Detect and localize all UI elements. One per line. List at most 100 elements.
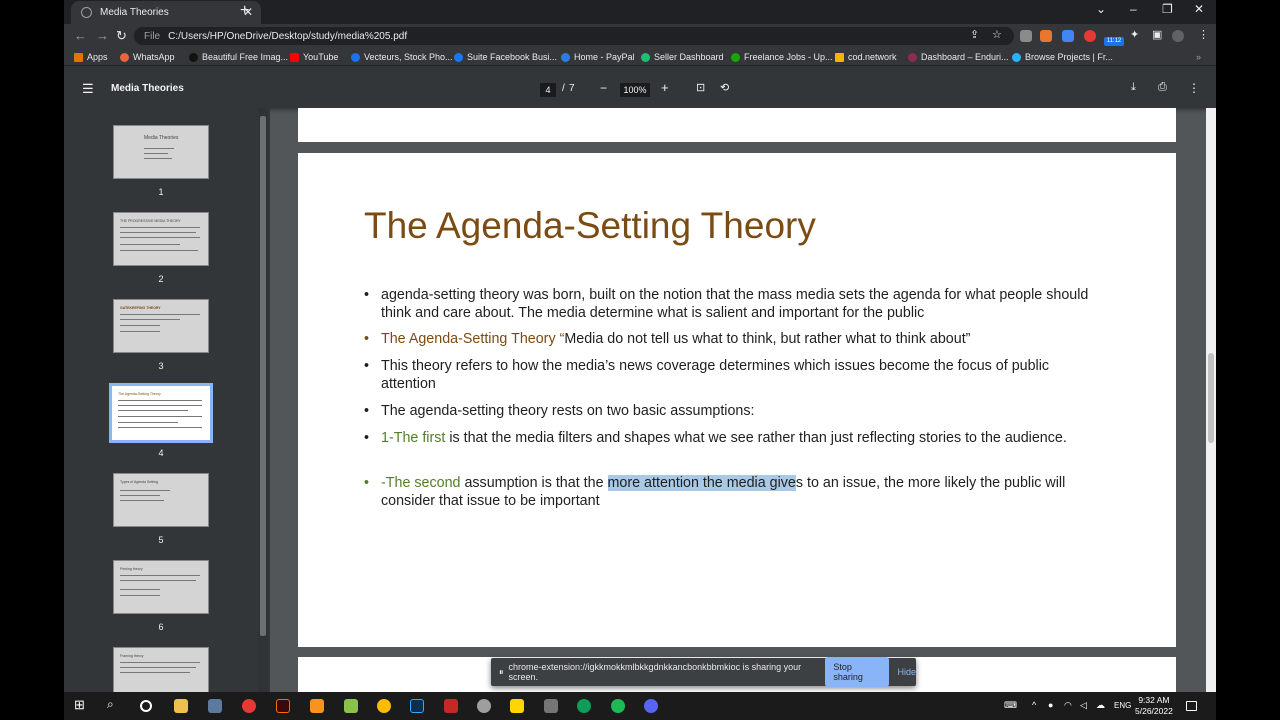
metamask-icon[interactable]	[1040, 30, 1052, 42]
bullet-text: Media do not tell us what to think, but …	[564, 331, 971, 347]
clock[interactable]: 9:32 AM 5/26/2022	[1135, 695, 1173, 717]
stock-icon	[351, 52, 360, 62]
pdf-toolbar: ☰ Media Theories 4 / 7 − 100% + ⊡ ⟲ ⤓ ⎙ …	[64, 72, 1216, 108]
hide-button[interactable]: Hide	[897, 667, 916, 677]
thumbnail-page-6[interactable]: Priming theory	[113, 560, 209, 614]
back-icon[interactable]: ←	[74, 28, 87, 43]
rotate-icon[interactable]: ⟲	[720, 81, 729, 94]
puzzle-icon[interactable]: ✦	[1130, 28, 1139, 41]
chevron-up-icon[interactable]: ^	[1032, 700, 1046, 714]
bookmark-free-images[interactable]: Beautiful Free Imag...	[189, 52, 288, 62]
language-indicator[interactable]: ENG	[1114, 701, 1131, 710]
fiverr-icon	[641, 52, 650, 62]
notification-icon[interactable]	[1186, 701, 1197, 711]
spotify-icon[interactable]	[611, 699, 625, 713]
previous-page	[298, 108, 1176, 142]
file-explorer-icon[interactable]	[174, 699, 188, 713]
time: 9:32 AM	[1138, 695, 1170, 705]
windows-start-icon[interactable]: ⊞	[74, 697, 88, 712]
extension-icon[interactable]	[1020, 30, 1032, 42]
date: 5/26/2022	[1135, 706, 1173, 716]
notepad-icon[interactable]	[208, 699, 222, 713]
extension-red-icon[interactable]	[1084, 30, 1096, 42]
tab-media-theories[interactable]: Media Theories ✕	[71, 1, 261, 24]
cloud-icon[interactable]: ☁	[1096, 700, 1110, 714]
bookmark-vecteurs[interactable]: Vecteurs, Stock Pho...	[351, 52, 453, 62]
illustrator-icon[interactable]	[276, 699, 290, 713]
paypal-icon	[561, 52, 570, 62]
thumbnail-scrollbar[interactable]	[258, 108, 268, 692]
sidebar-menu-icon[interactable]: ☰	[82, 81, 94, 97]
thumbnail-number: 6	[158, 622, 164, 632]
taskbar: ⊞ ⌕ ⌨ ^ ● ◠ ◁ ☁ ENG 9:32 AM 5/26/2022	[64, 692, 1216, 720]
bookmark-facebook[interactable]: Suite Facebook Busi...	[454, 52, 557, 62]
thumbnail-page-3[interactable]: GATEKEEPING THEORY	[113, 299, 209, 353]
scrollbar-thumb[interactable]	[260, 116, 266, 636]
volume-icon[interactable]: ◁	[1080, 700, 1094, 714]
close-window-button[interactable]: ✕	[1194, 2, 1204, 16]
edge-icon[interactable]	[577, 699, 591, 713]
page-number-input[interactable]: 4	[540, 83, 556, 97]
tab-search-icon[interactable]: ⌄	[1096, 2, 1106, 16]
reload-icon[interactable]: ↻	[116, 28, 127, 44]
bookmark-cod-network[interactable]: cod.network	[835, 52, 897, 62]
more-actions-icon[interactable]: ⋮	[1188, 81, 1200, 95]
whatsapp-icon	[120, 52, 129, 62]
chrome-icon[interactable]	[242, 699, 256, 713]
forward-icon[interactable]: →	[96, 28, 109, 43]
bookmark-freelancer[interactable]: Browse Projects | Fr...	[1012, 52, 1113, 62]
thumbnail-page-5[interactable]: Types of Agenda Setting	[113, 473, 209, 527]
maximize-button[interactable]: ❐	[1162, 2, 1173, 16]
fit-page-icon[interactable]: ⊡	[696, 81, 705, 94]
bullet-item: • 1-The first is that the media filters …	[364, 430, 1104, 448]
bookmarks-overflow-icon[interactable]: »	[1196, 52, 1201, 62]
bullet-icon: •	[364, 287, 370, 303]
thumbnail-page-2[interactable]: THE PROGRESSIVE MEDIA THEORY	[113, 212, 209, 266]
pdf-title: Media Theories	[111, 83, 184, 94]
keyboard-icon[interactable]: ⌨	[1004, 700, 1018, 714]
usb-icon[interactable]	[544, 699, 558, 713]
sticky-notes-icon[interactable]	[510, 699, 524, 713]
minimize-button[interactable]: –	[1130, 2, 1137, 16]
cod-icon	[835, 52, 844, 62]
scrollbar-thumb[interactable]	[1208, 353, 1214, 443]
new-tab-button[interactable]: +	[240, 2, 249, 20]
bookmark-apps[interactable]: Apps	[74, 52, 108, 62]
sidepanel-icon[interactable]: ▣	[1152, 28, 1162, 41]
zoom-in-button[interactable]: +	[661, 80, 669, 95]
bookmark-paypal[interactable]: Home - PayPal	[561, 52, 635, 62]
bookmark-whatsapp[interactable]: WhatsApp	[120, 52, 175, 62]
bluestacks-icon[interactable]	[344, 699, 358, 713]
avatar[interactable]	[1172, 30, 1184, 42]
mic-icon[interactable]: ●	[1048, 700, 1062, 714]
bookmark-seller-dashboard[interactable]: Seller Dashboard	[641, 52, 724, 62]
zoom-input[interactable]: 100%	[620, 83, 650, 97]
translate-icon[interactable]	[1062, 30, 1074, 42]
zoom-out-button[interactable]: −	[600, 81, 607, 95]
menu-icon[interactable]: ⋮	[1198, 28, 1209, 41]
print-icon[interactable]: ⎙	[1158, 81, 1167, 94]
selected-text[interactable]: more attention the media give	[607, 475, 796, 491]
search-icon[interactable]: ⌕	[107, 697, 121, 711]
bullet-item: • This theory refers to how the media’s n…	[364, 358, 1104, 393]
share-icon[interactable]: ⇪	[970, 28, 979, 41]
chrome-alt-icon[interactable]	[477, 699, 491, 713]
app-icon[interactable]	[444, 699, 458, 713]
chrome-profile-icon[interactable]	[377, 699, 391, 713]
wifi-icon[interactable]: ◠	[1064, 700, 1078, 714]
thumbnail-page-4[interactable]: The Agenda-Setting Theory	[109, 383, 213, 443]
fl-studio-icon[interactable]	[310, 699, 324, 713]
download-icon[interactable]: ⤓	[1131, 81, 1136, 94]
thumbnail-page-1[interactable]: Media Theories	[113, 125, 209, 179]
photoshop-icon[interactable]	[410, 699, 424, 713]
cortana-icon[interactable]	[140, 700, 152, 712]
bookmark-upwork[interactable]: Freelance Jobs - Up...	[731, 52, 833, 62]
bookmark-enduri[interactable]: Dashboard – Enduri...	[908, 52, 1009, 62]
document-scrollbar[interactable]	[1206, 108, 1216, 692]
discord-icon[interactable]	[644, 699, 658, 713]
stop-sharing-button[interactable]: Stop sharing	[825, 657, 890, 687]
bookmark-youtube[interactable]: YouTube	[290, 52, 338, 62]
star-icon[interactable]: ☆	[992, 28, 1002, 41]
address-bar[interactable]: File C:/Users/HP/OneDrive/Desktop/study/…	[134, 27, 1014, 45]
thumbnail-page-7[interactable]: Framing theory	[113, 647, 209, 692]
